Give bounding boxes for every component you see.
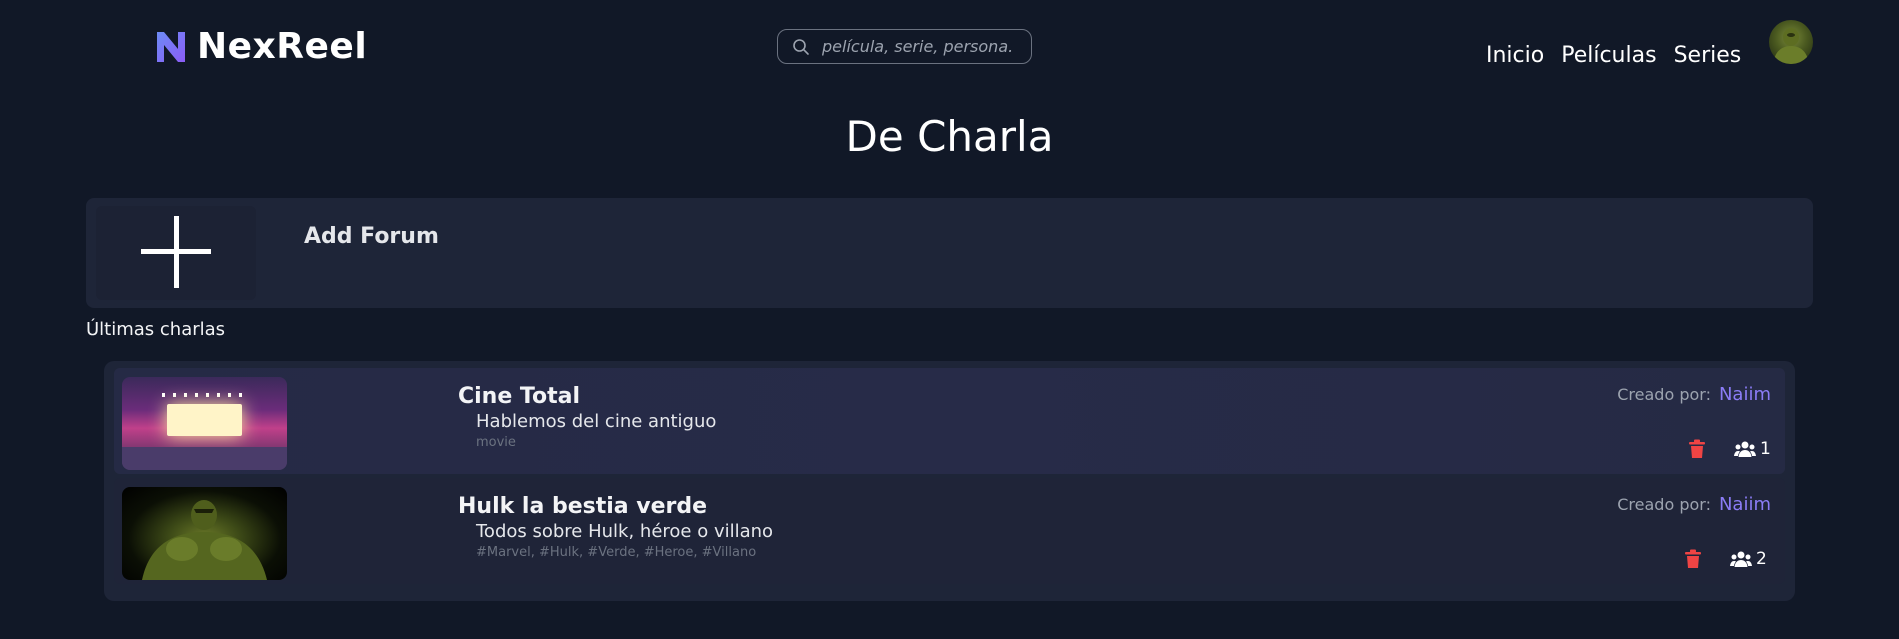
creator-name[interactable]: Naiim [1719,384,1771,405]
creator-label: Creado por: [1617,385,1711,404]
stage-lights [162,393,250,397]
brand-name: NexReel [197,26,368,67]
forum-tags: #Marvel, #Hulk, #Verde, #Heroe, #Villano [476,545,757,560]
nav-link-peliculas[interactable]: Películas [1561,43,1656,68]
creator-name[interactable]: Naiim [1719,494,1771,515]
nav-link-inicio[interactable]: Inicio [1486,43,1544,68]
forum-tags: movie [476,435,516,450]
trash-icon[interactable] [1688,439,1706,459]
add-forum-card[interactable]: Add Forum [86,198,1813,308]
hulk-image [142,500,267,580]
main-nav: Inicio Películas Series [1486,43,1741,68]
forum-thumbnail[interactable] [122,377,287,470]
avatar-image [1773,28,1809,64]
page-title: De Charla [845,112,1054,161]
forum-title[interactable]: Cine Total [458,384,580,409]
members-count: 2 [1730,549,1767,569]
forum-list: Cine Total Hablemos del cine antiguo mov… [104,361,1795,601]
members-number: 1 [1760,439,1771,459]
search-icon [793,38,809,55]
stage-floor [122,447,287,470]
trash-icon[interactable] [1684,549,1702,569]
members-count: 1 [1734,439,1771,459]
add-forum-label: Add Forum [304,224,439,249]
plus-icon-bar [141,249,211,254]
add-forum-button[interactable] [96,206,256,300]
forum-card[interactable]: Hulk la bestia verde Todos sobre Hulk, h… [114,478,1785,584]
creator-info: Creado por: Naiim [1617,494,1771,515]
nav-link-series[interactable]: Series [1674,43,1742,68]
creator-label: Creado por: [1617,495,1711,514]
members-number: 2 [1756,549,1767,569]
creator-info: Creado por: Naiim [1617,384,1771,405]
forum-card[interactable]: Cine Total Hablemos del cine antiguo mov… [114,368,1785,474]
stage-screen [167,404,242,436]
users-icon [1734,441,1756,457]
forum-thumbnail[interactable] [122,487,287,580]
forum-description: Todos sobre Hulk, héroe o villano [476,521,774,542]
forum-title[interactable]: Hulk la bestia verde [458,494,707,519]
forum-description: Hablemos del cine antiguo [476,411,717,432]
users-icon [1730,551,1752,567]
search-input[interactable] [820,36,1014,57]
logo-icon [157,31,185,62]
user-avatar[interactable] [1769,20,1813,64]
top-header: NexReel Inicio Películas Series [0,0,1899,95]
section-heading: Últimas charlas [86,319,226,340]
brand-logo[interactable]: NexReel [155,26,367,67]
search-box[interactable] [777,29,1032,64]
